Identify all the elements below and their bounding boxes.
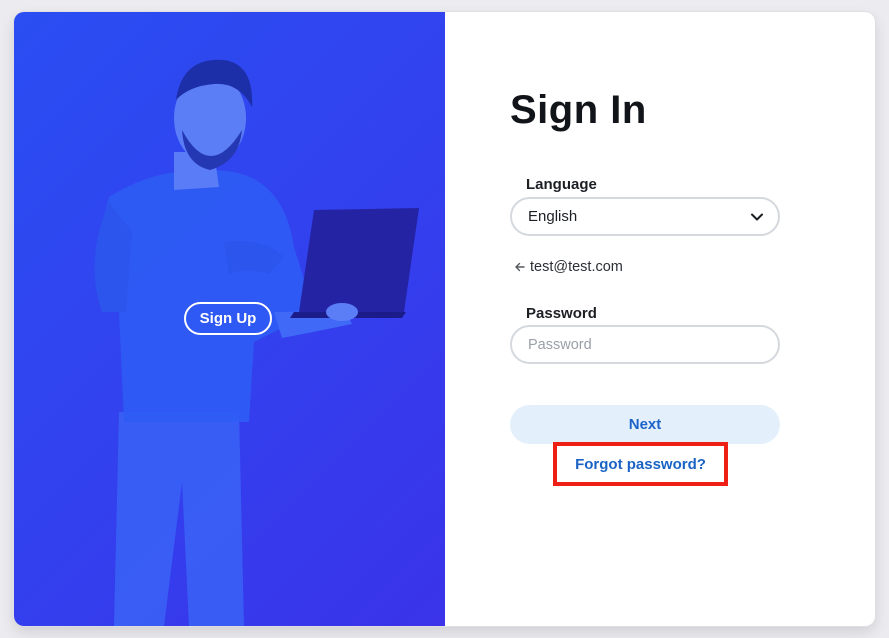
- language-selected-value: English: [528, 208, 578, 225]
- arrow-left-icon: [514, 261, 526, 273]
- email-text: test@test.com: [530, 259, 623, 275]
- sign-in-card: Sign Up: [14, 12, 875, 626]
- page-title: Sign In: [510, 88, 647, 132]
- forgot-password-link[interactable]: Forgot password?: [557, 446, 724, 482]
- password-input[interactable]: [510, 325, 780, 364]
- password-label: Password: [526, 305, 597, 322]
- language-label: Language: [526, 176, 597, 193]
- sign-up-button[interactable]: Sign Up: [184, 302, 272, 335]
- hero-panel: Sign Up: [14, 12, 445, 626]
- language-select[interactable]: English: [510, 197, 780, 236]
- change-email-link[interactable]: test@test.com: [514, 259, 623, 275]
- next-button[interactable]: Next: [510, 405, 780, 444]
- chevron-down-icon: [750, 210, 764, 224]
